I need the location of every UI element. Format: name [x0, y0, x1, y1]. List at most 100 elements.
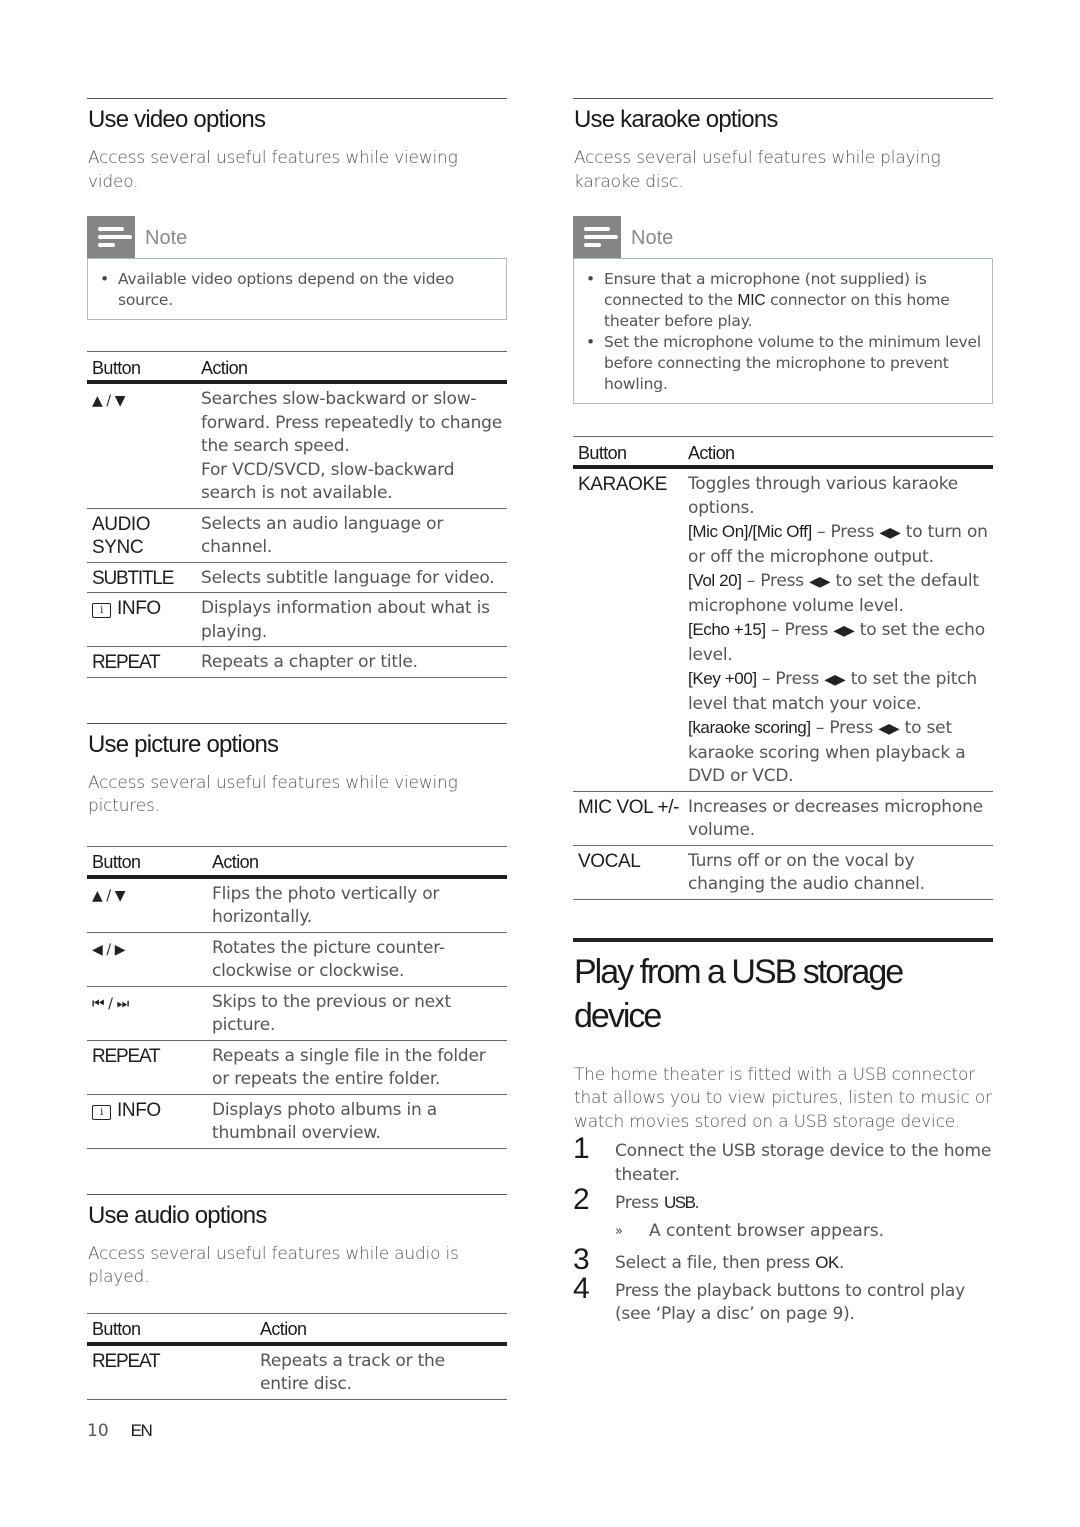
- chapter-divider: [573, 937, 993, 942]
- usb-section: Play from a USB storage device The home …: [573, 937, 993, 1327]
- action-text: Turns off or on the vocal by changing th…: [688, 845, 993, 900]
- usb-term: USB: [663, 1193, 696, 1212]
- button-name: KARAOKE: [573, 467, 688, 792]
- button-name: VOCAL: [573, 845, 688, 900]
- button-name: INFO: [117, 1099, 161, 1121]
- action-text: Increases or decreases microphone volume…: [688, 791, 993, 846]
- note-item: Set the microphone volume to the minimum…: [584, 332, 982, 395]
- section-title: Use picture options: [88, 730, 279, 758]
- button-name: REPEAT: [87, 1040, 212, 1095]
- section-divider: [87, 1193, 507, 1195]
- action-text: Selects an audio language or channel.: [201, 508, 507, 563]
- column-header-action: Action: [688, 436, 993, 469]
- action-text: Toggles through various karaoke options.: [688, 474, 959, 518]
- note-box: Note Ensure that a microphone (not suppl…: [573, 216, 993, 404]
- info-icon: i: [92, 603, 111, 618]
- step-number: 4: [573, 1271, 590, 1305]
- action-text: Selects subtitle language for video.: [201, 562, 507, 593]
- step-text: Select a file, then press OK.: [615, 1253, 845, 1273]
- step-item: 4 Press the playback buttons to control …: [573, 1271, 993, 1327]
- note-label: Note: [631, 227, 674, 249]
- karaoke-option: [karaoke scoring] – Press ◀▶ to set kara…: [688, 718, 966, 786]
- video-options-section: Use video options Access several useful …: [87, 98, 507, 678]
- steps-list: 1 Connect the USB storage device to the …: [573, 1132, 993, 1216]
- table-row: VOCAL Turns off or on the vocal by chang…: [573, 845, 993, 900]
- note-item: Ensure that a microphone (not supplied) …: [584, 269, 982, 332]
- table-row: ▲ / ▼ Searches slow-backward or slow-for…: [87, 382, 507, 509]
- karaoke-option: [Echo +15] – Press ◀▶ to set the echo le…: [688, 620, 985, 665]
- table-row: ◀ / ▶ Rotates the picture counter-clockw…: [87, 932, 507, 987]
- table-row: REPEAT Repeats a chapter or title.: [87, 646, 507, 678]
- audio-options-table: Button Action REPEAT Repeats a track or …: [87, 1312, 507, 1400]
- button-name: AUDIO SYNC: [87, 508, 201, 563]
- action-text: Searches slow-backward or slow-forward. …: [201, 389, 503, 456]
- page-footer: 10 EN: [87, 1421, 153, 1441]
- button-name: SUBTITLE: [87, 562, 201, 593]
- section-divider: [87, 722, 507, 724]
- section-intro: Access several useful features while aud…: [88, 1243, 459, 1288]
- left-right-arrows-icon: ◀▶: [809, 574, 831, 590]
- table-row: MIC VOL +/- Increases or decreases micro…: [573, 791, 993, 846]
- language-code: EN: [130, 1421, 153, 1440]
- table-row: i INFO Displays photo albums in a thumbna…: [87, 1094, 507, 1149]
- section-title: Use video options: [88, 106, 266, 133]
- action-text: Repeats a chapter or title.: [201, 646, 507, 678]
- table-row: i INFO Displays information about what is…: [87, 592, 507, 647]
- section-title: Use karaoke options: [574, 106, 778, 133]
- picture-options-table: Button Action ▲ / ▼ Flips the photo vert…: [87, 845, 507, 1149]
- mic-term: MIC: [737, 292, 766, 309]
- left-right-arrows-icon: ◀▶: [833, 623, 855, 639]
- right-column: Use karaoke options Access several usefu…: [573, 98, 993, 1327]
- left-right-arrows-icon: ◀ / ▶: [92, 941, 126, 958]
- result-arrow-icon: »: [615, 1223, 623, 1239]
- button-name: REPEAT: [87, 646, 201, 678]
- section-divider: [87, 98, 507, 99]
- column-header-button: Button: [87, 1312, 260, 1346]
- step-number: 1: [573, 1132, 590, 1165]
- step-text: Press the playback buttons to control pl…: [615, 1280, 965, 1325]
- note-icon: [573, 216, 621, 258]
- video-options-table: Button Action ▲ / ▼ Searches slow-backwa…: [87, 351, 507, 678]
- step-result: » A content browser appears.: [615, 1220, 993, 1244]
- karaoke-options-section: Use karaoke options Access several usefu…: [573, 98, 993, 900]
- section-intro: The home theater is fitted with a USB co…: [574, 1064, 992, 1132]
- table-row: SUBTITLE Selects subtitle language for v…: [87, 562, 507, 593]
- step-item: 1 Connect the USB storage device to the …: [573, 1132, 993, 1187]
- action-text: Displays information about what is playi…: [201, 592, 507, 647]
- action-text: Skips to the previous or next picture.: [212, 986, 507, 1041]
- karaoke-option: [Key +00] – Press ◀▶ to set the pitch le…: [688, 669, 977, 714]
- section-divider: [573, 98, 993, 99]
- ok-term: OK: [815, 1253, 839, 1272]
- section-title: Use audio options: [88, 1201, 267, 1229]
- column-header-action: Action: [201, 351, 507, 384]
- table-row: REPEAT Repeats a single file in the fold…: [87, 1040, 507, 1095]
- section-intro: Access several useful features while pla…: [574, 148, 941, 192]
- picture-options-section: Use picture options Access several usefu…: [87, 722, 507, 1149]
- column-header-action: Action: [260, 1312, 507, 1346]
- note-label: Note: [145, 227, 188, 249]
- chapter-title: Play from a USB storage device: [574, 952, 904, 1035]
- up-down-arrows-icon: ▲ / ▼: [92, 887, 126, 904]
- note-item: Available video options depend on the vi…: [98, 269, 496, 311]
- table-row: AUDIO SYNC Selects an audio language or …: [87, 508, 507, 563]
- section-intro: Access several useful features while vie…: [88, 772, 458, 817]
- karaoke-options-table: Button Action KARAOKE Toggles through va…: [573, 436, 993, 900]
- step-text: Press USB.: [615, 1193, 700, 1213]
- button-name: INFO: [117, 598, 161, 619]
- step-number: 2: [573, 1183, 590, 1216]
- table-row: ⏮ / ⏭ Skips to the previous or next pict…: [87, 986, 507, 1041]
- section-intro: Access several useful features while vie…: [88, 148, 458, 192]
- column-header-button: Button: [87, 351, 201, 384]
- result-text: A content browser appears.: [649, 1220, 885, 1241]
- column-header-action: Action: [212, 845, 507, 879]
- action-text: Repeats a single file in the folder or r…: [212, 1040, 507, 1095]
- note-icon: [87, 216, 135, 258]
- left-right-arrows-icon: ◀▶: [878, 721, 900, 737]
- step-item: 2 Press USB.: [573, 1183, 993, 1216]
- step-text: Connect the USB storage device to the ho…: [615, 1141, 992, 1185]
- action-text: Flips the photo vertically or horizontal…: [212, 876, 507, 933]
- step-item: 3 Select a file, then press OK.: [573, 1245, 993, 1276]
- table-row: ▲ / ▼ Flips the photo vertically or hori…: [87, 876, 507, 933]
- up-down-arrows-icon: ▲ / ▼: [92, 393, 126, 409]
- action-text: Rotates the picture counter-clockwise or…: [212, 932, 507, 987]
